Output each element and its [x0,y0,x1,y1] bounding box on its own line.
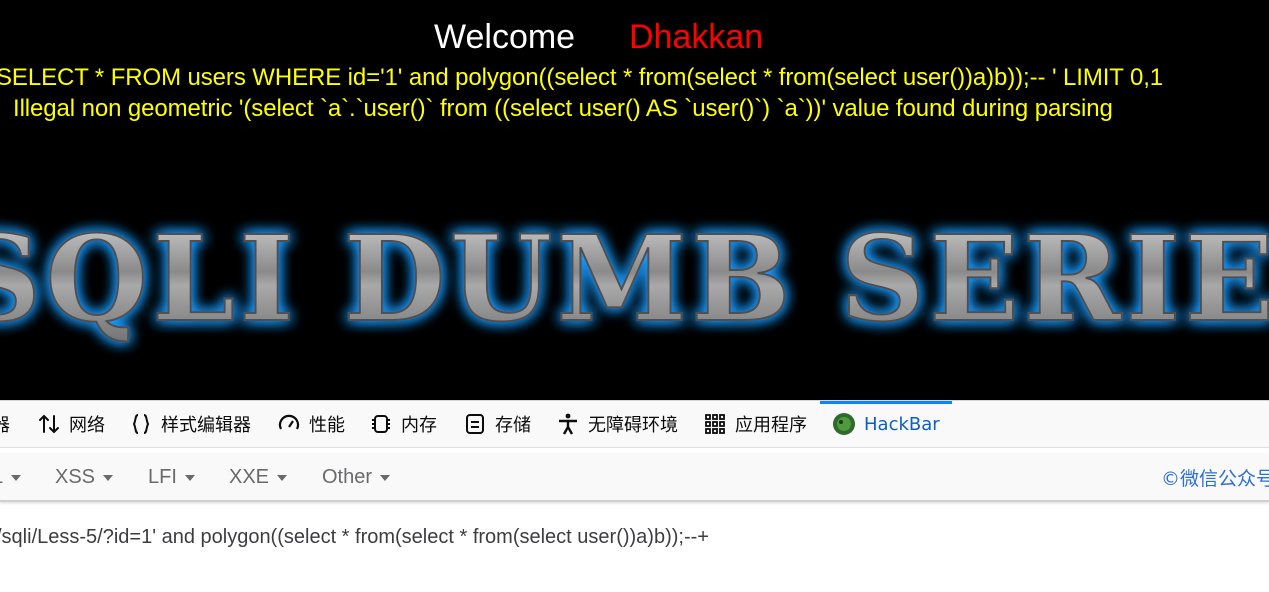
tab-label: 网络 [69,415,105,436]
tab-network[interactable]: 网络 [37,401,105,447]
chevron-down-icon [103,475,114,481]
storage-icon [463,412,487,436]
chevron-down-icon [277,475,288,481]
sql-query-text: SELECT * FROM users WHERE id='1' and pol… [0,64,1164,91]
banner-text: SQLI DUMB SERIES-5 [0,209,1269,348]
hackbar-menu-bar: L XSS LFI XXE Other ©微信公众号 [0,454,1269,502]
devtools-tab-bar: 器 网络 样式编辑器 性能 内存 存储 无障碍环境 应用程序 HackBar [0,400,1269,448]
sql-error-message: Illegal non geometric '(select `a`.`user… [13,95,1113,122]
menu-sql-partial[interactable]: L [0,454,22,500]
tab-accessibility[interactable]: 无障碍环境 [556,401,678,447]
memory-chip-icon [369,412,393,436]
page-content: Welcome Dhakkan SELECT * FROM users WHER… [0,0,1269,400]
network-arrows-icon [37,412,61,436]
welcome-username: Dhakkan [629,18,764,56]
accessibility-icon [556,412,580,436]
menu-label: XSS [55,465,96,488]
browser-viewport: Welcome Dhakkan SELECT * FROM users WHER… [0,0,1269,592]
tab-style-editor[interactable]: 样式编辑器 [129,401,251,447]
url-area: /sqli/Less-5/?id=1' and polygon((select … [0,518,1269,592]
tab-label: HackBar [864,413,940,435]
tab-storage[interactable]: 存储 [463,401,531,447]
menu-lfi[interactable]: LFI [148,454,195,500]
app-grid-icon [703,412,727,436]
menu-label: L [0,466,3,489]
chevron-down-icon [184,475,195,481]
menu-label: XXE [229,465,270,488]
hackbar-logo-icon [832,412,856,436]
gauge-icon [277,412,301,436]
chevron-down-icon [380,475,391,481]
welcome-row: Welcome Dhakkan [0,18,1269,62]
tab-label: 存储 [495,415,531,436]
credit-link[interactable]: ©微信公众号 [1161,454,1269,500]
tab-label: 无障碍环境 [588,415,678,436]
tab-hackbar[interactable]: HackBar [820,401,952,447]
tab-label: 器 [0,415,10,436]
banner-title-image: SQLI DUMB SERIES-5 [0,208,1269,349]
menu-label: LFI [148,465,177,488]
welcome-label: Welcome [434,18,576,56]
braces-icon [129,412,153,436]
menu-xss[interactable]: XSS [55,454,114,500]
tab-label: 样式编辑器 [161,415,251,436]
tab-label: 内存 [401,415,437,436]
devtools-panel: 器 网络 样式编辑器 性能 内存 存储 无障碍环境 应用程序 HackBar X… [0,400,1269,592]
tab-label: 性能 [309,415,345,436]
menu-xxe[interactable]: XXE [229,454,288,500]
menu-other[interactable]: Other [322,454,391,500]
tab-inspector-partial[interactable]: 器 [0,401,10,447]
tab-performance[interactable]: 性能 [277,401,345,447]
menu-label: Other [322,465,373,488]
tab-application[interactable]: 应用程序 [703,401,807,447]
chevron-down-icon [11,475,22,481]
tab-label: 应用程序 [735,415,807,436]
url-input[interactable]: /sqli/Less-5/?id=1' and polygon((select … [0,526,709,549]
tab-memory[interactable]: 内存 [369,401,437,447]
